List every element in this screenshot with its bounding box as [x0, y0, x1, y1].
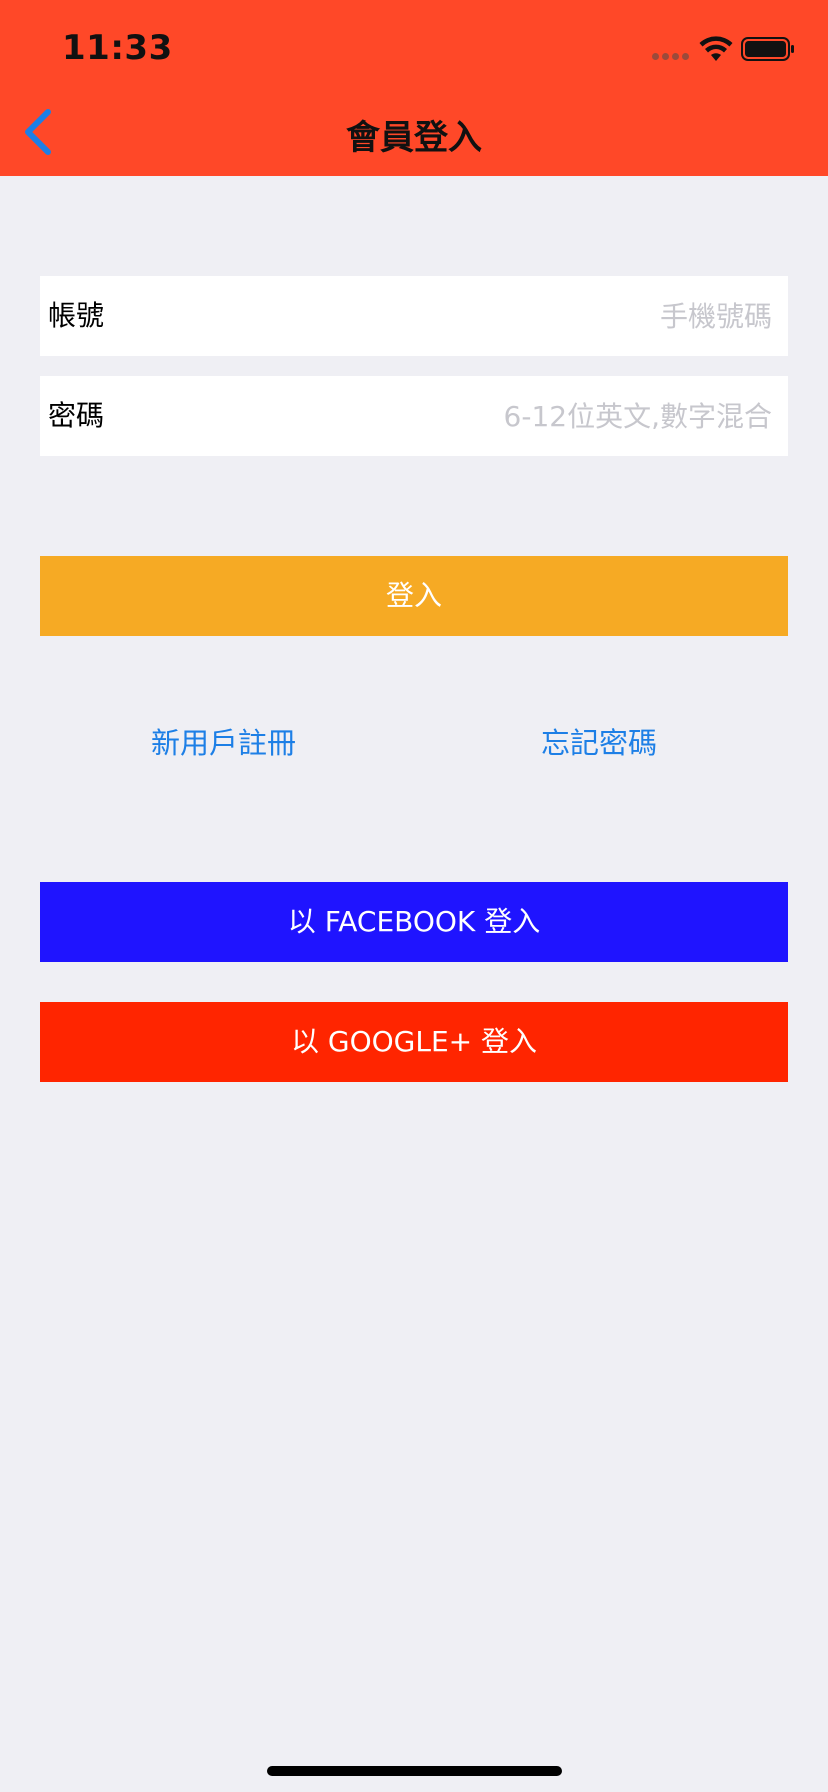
password-input[interactable]: [180, 376, 772, 456]
account-label: 帳號: [48, 299, 105, 332]
forgot-password-link[interactable]: 忘記密碼: [541, 720, 657, 762]
home-indicator: [267, 1766, 562, 1776]
password-field-row: 密碼: [40, 376, 788, 456]
battery-icon: [741, 37, 794, 61]
wifi-icon: [699, 36, 733, 61]
nav-header: 11:33 會員登入: [0, 0, 828, 176]
register-link[interactable]: 新用戶註冊: [151, 720, 296, 762]
facebook-login-button[interactable]: 以 FACEBOOK 登入: [40, 882, 788, 962]
account-input[interactable]: [180, 276, 772, 356]
login-button[interactable]: 登入: [40, 556, 788, 636]
page-title: 會員登入: [346, 118, 482, 158]
password-label: 密碼: [48, 399, 105, 432]
account-field-row: 帳號: [40, 276, 788, 356]
status-time: 11:33: [62, 28, 173, 68]
google-login-button[interactable]: 以 GOOGLE+ 登入: [40, 1002, 788, 1082]
signal-dots-icon: [652, 53, 692, 61]
